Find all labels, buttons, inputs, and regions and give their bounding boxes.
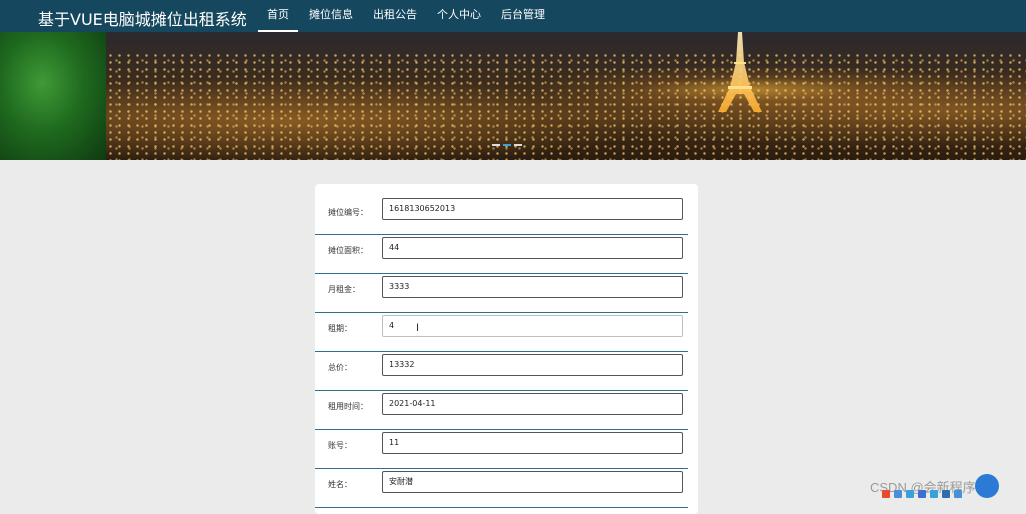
top-navbar: 基于VUE电脑城摊位出租系统 首页 摊位信息 出租公告 个人中心 后台管理	[0, 0, 1026, 32]
nav-personal-center[interactable]: 个人中心	[428, 0, 490, 32]
monthly-rent-input[interactable]: 3333	[382, 276, 683, 298]
account-input[interactable]: 11	[382, 432, 683, 454]
city-lights	[106, 52, 1026, 160]
nav-stall-info[interactable]: 摊位信息	[300, 0, 362, 32]
rent-date-input[interactable]: 2021-04-11	[382, 393, 683, 415]
rent-date-label: 租用时间：	[328, 402, 368, 411]
form-row-stall-area: 摊位面积： 44	[315, 234, 688, 274]
form-row-monthly-rent: 月租金： 3333	[315, 273, 688, 313]
tray-grid-icon[interactable]	[954, 490, 962, 498]
nav-admin[interactable]: 后台管理	[492, 0, 554, 32]
total-price-label: 总价：	[328, 363, 352, 372]
chat-float-button[interactable]	[975, 474, 999, 498]
eiffel-tower-illustration	[718, 32, 762, 112]
tray-cn-icon[interactable]	[894, 490, 902, 498]
lease-term-label: 租期：	[328, 324, 352, 333]
stall-area-label: 摊位面积：	[328, 246, 368, 255]
main-nav: 首页 摊位信息 出租公告 个人中心 后台管理	[258, 0, 556, 32]
name-input[interactable]: 安耐潜	[382, 471, 683, 493]
monthly-rent-label: 月租金：	[328, 285, 360, 294]
carousel-dot-active[interactable]	[503, 144, 511, 146]
total-price-input[interactable]: 13332	[382, 354, 683, 376]
banner-carousel[interactable]	[0, 32, 1026, 160]
form-row-name: 姓名： 安耐潜	[315, 468, 688, 508]
form-row-total-price: 总价： 13332	[315, 351, 688, 391]
tray-keyboard-icon[interactable]	[930, 490, 938, 498]
form-row-lease-term: 租期： 4	[315, 312, 688, 352]
stall-area-input[interactable]: 44	[382, 237, 683, 259]
tray-icons	[882, 489, 962, 499]
form-row-rent-date: 租用时间： 2021-04-11	[315, 390, 688, 430]
nav-rental-notice[interactable]: 出租公告	[364, 0, 426, 32]
account-label: 账号：	[328, 441, 352, 450]
text-cursor-icon: I	[416, 322, 420, 334]
tray-mic-icon[interactable]	[918, 490, 926, 498]
tray-shirt-icon[interactable]	[942, 490, 950, 498]
tray-smile-icon[interactable]	[906, 490, 914, 498]
carousel-dot[interactable]	[514, 144, 522, 146]
lease-term-input[interactable]: 4	[382, 315, 683, 337]
stall-detail-form: 摊位编号： 1618130652013 摊位面积： 44 月租金： 3333 租…	[315, 184, 698, 514]
form-row-account: 账号： 11	[315, 429, 688, 469]
stall-number-input[interactable]: 1618130652013	[382, 198, 683, 220]
name-label: 姓名：	[328, 480, 352, 489]
nav-home[interactable]: 首页	[258, 0, 298, 32]
stall-number-label: 摊位编号：	[328, 208, 368, 217]
form-row-stall-number: 摊位编号： 1618130652013	[315, 195, 688, 235]
site-title: 基于VUE电脑城摊位出租系统	[38, 10, 247, 29]
tray-s-icon[interactable]	[882, 490, 890, 498]
banner-prev-slide-edge	[0, 32, 106, 160]
carousel-dot[interactable]	[492, 144, 500, 146]
carousel-indicators	[492, 144, 522, 146]
